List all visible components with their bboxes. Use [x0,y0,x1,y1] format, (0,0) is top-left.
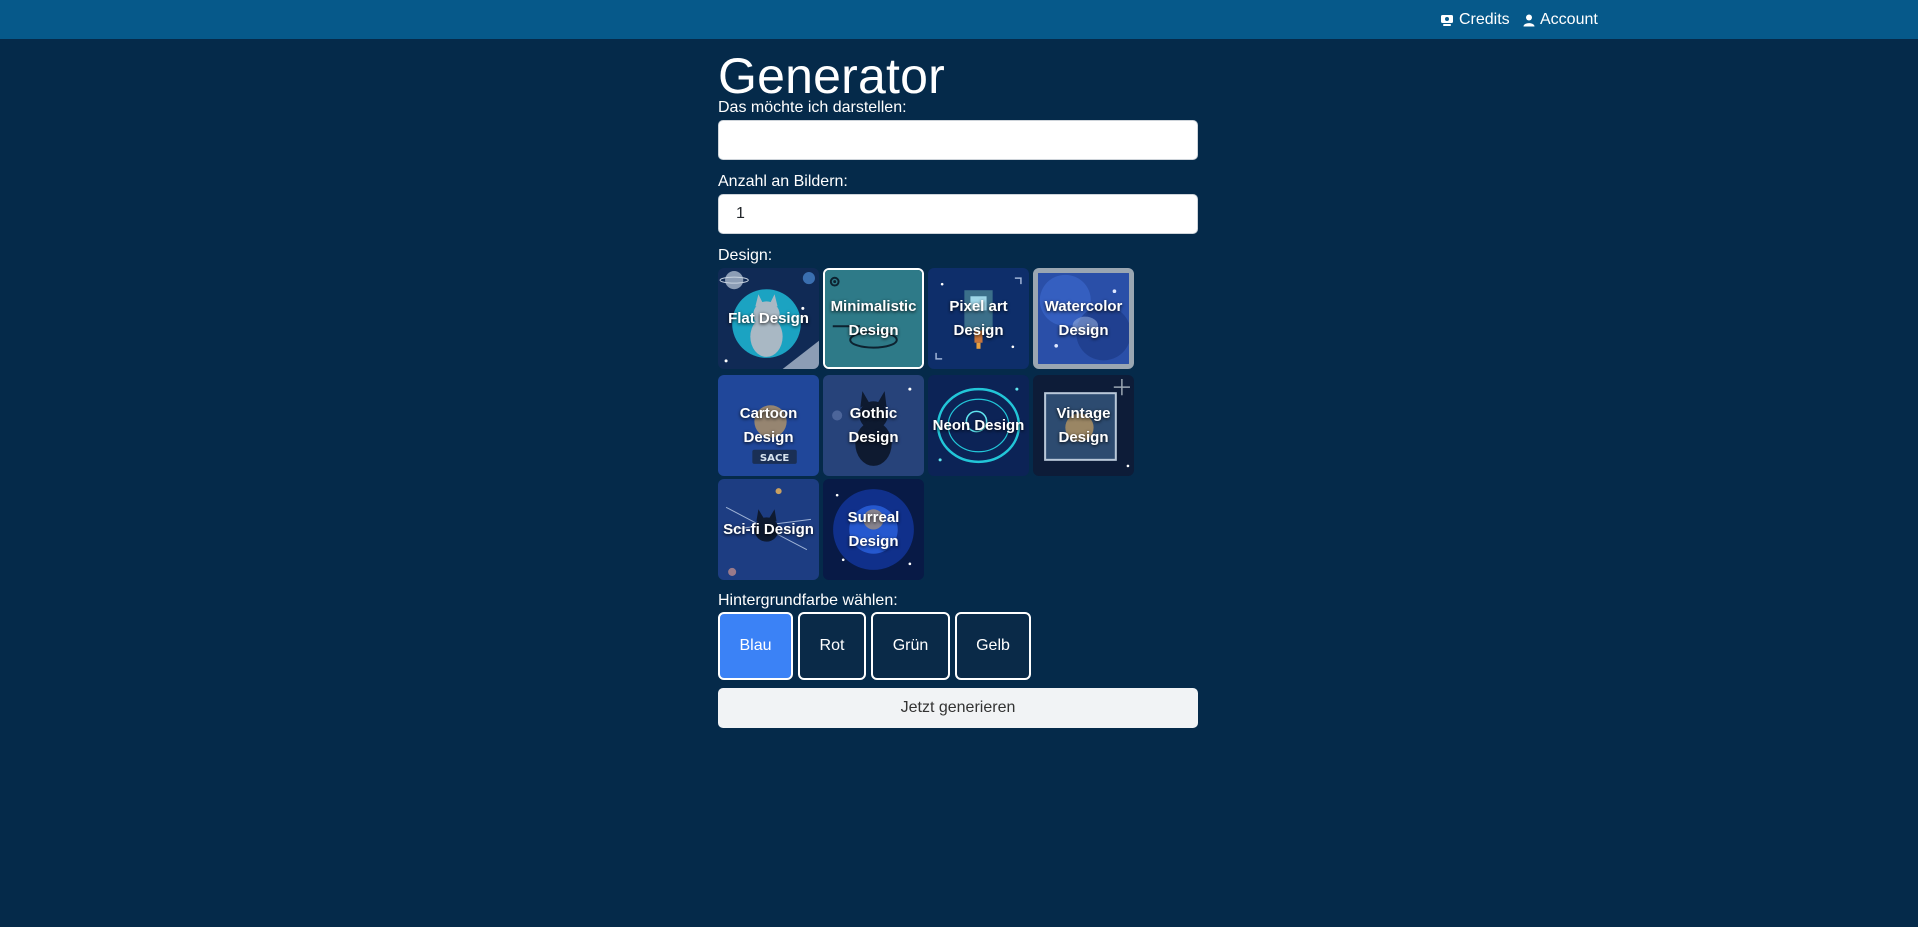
design-tile-label: Flat Design [728,309,809,327]
design-tile-label: Minimalistic Design [830,297,917,339]
background-color-label: Hintergrundfarbe wählen: [718,592,898,609]
design-tile-label: Surreal Design [847,508,900,550]
design-tile-sci-fi[interactable]: Sci-fi Design [718,479,819,580]
design-tile-gothic[interactable]: Gothic Design [823,375,924,476]
design-tile-label: Cartoon Design [739,404,798,446]
credits-icon [1441,14,1453,26]
person-icon [1523,14,1535,26]
prompt-label: Das möchte ich darstellen: [718,99,907,116]
color-button-gruen[interactable]: Grün [871,612,950,680]
color-button-gelb[interactable]: Gelb [955,612,1031,680]
design-tile-flat[interactable]: Flat Design [718,268,819,369]
design-tile-label: Watercolor Design [1044,297,1123,339]
design-tile-label: Pixel art Design [949,297,1008,339]
color-button-blau[interactable]: Blau [718,612,793,680]
prompt-input[interactable] [718,120,1198,160]
design-tile-label: Sci-fi Design [723,520,814,538]
design-tile-label: Gothic Design [848,404,899,446]
nav-account-label: Account [1540,11,1598,28]
background-color-group: Blau Rot Grün Gelb [718,612,1036,680]
nav-credits-link[interactable]: Credits [1440,10,1510,30]
design-tile-pixel-art[interactable]: Pixel art Design [928,268,1029,369]
generate-button[interactable]: Jetzt generieren [718,688,1198,728]
design-tile-watercolor[interactable]: Watercolor Design [1033,268,1134,369]
design-tile-surreal[interactable]: Surreal Design [823,479,924,580]
design-tile-neon[interactable]: Neon Design [928,375,1029,476]
page-title: Generator [718,48,945,104]
design-tile-label: Vintage Design [1056,404,1111,446]
image-count-input[interactable] [718,194,1198,234]
design-tile-cartoon[interactable]: SACE Cartoon Design [718,375,819,476]
color-button-rot[interactable]: Rot [798,612,866,680]
design-tile-minimalistic[interactable]: Minimalistic Design [823,268,924,369]
design-tile-label: Neon Design [932,416,1025,434]
image-count-label: Anzahl an Bildern: [718,173,848,190]
nav-account-link[interactable]: Account [1523,10,1598,30]
design-tile-vintage[interactable]: Vintage Design [1033,375,1134,476]
design-label: Design: [718,247,773,264]
nav-credits-label: Credits [1459,11,1510,28]
top-navbar: Credits Account [0,0,1918,39]
